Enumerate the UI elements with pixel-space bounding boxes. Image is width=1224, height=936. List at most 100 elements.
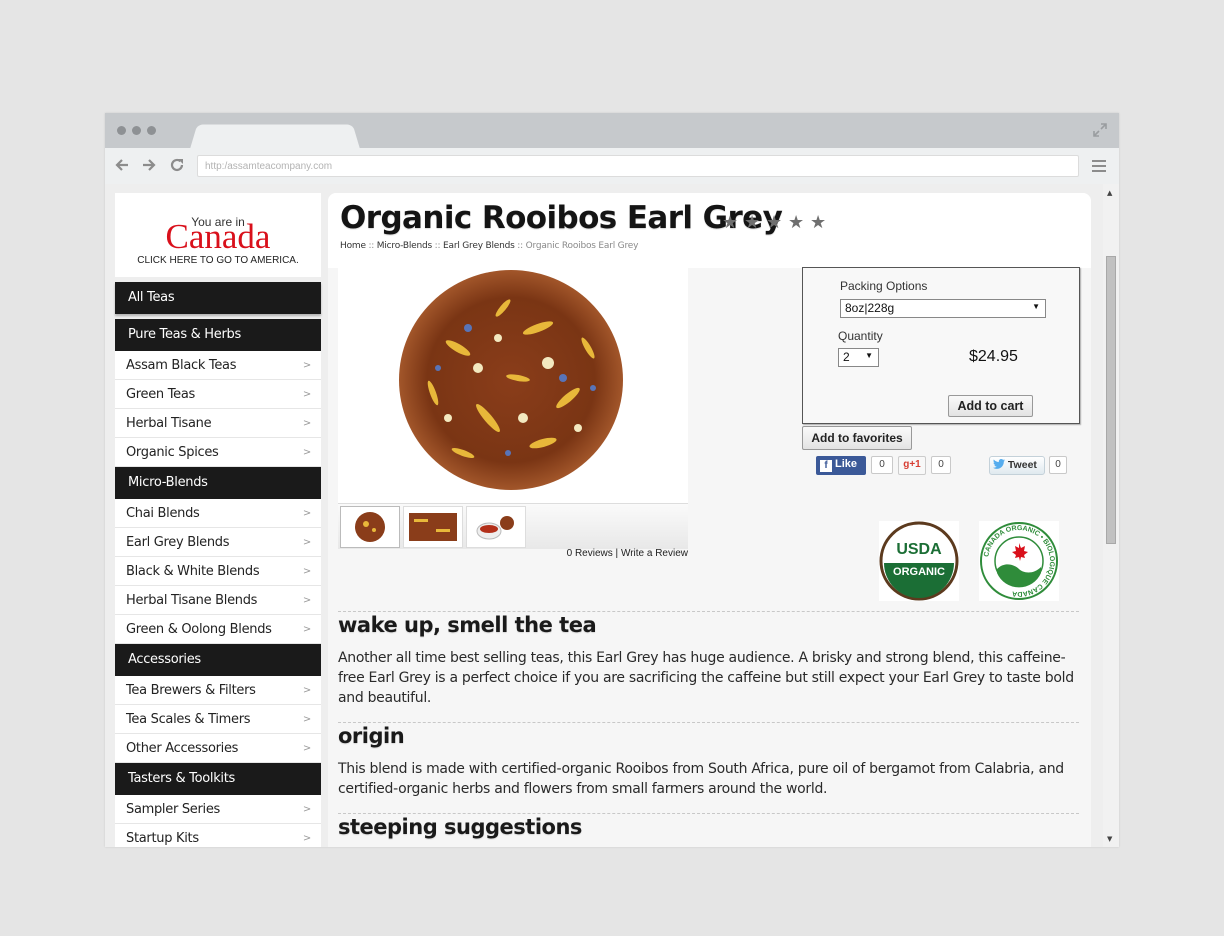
window-dot-icon[interactable] bbox=[147, 126, 156, 135]
thumbnail-2[interactable] bbox=[403, 506, 463, 548]
breadcrumb-micro-blends[interactable]: Micro-Blends bbox=[377, 241, 432, 251]
breadcrumb-separator: :: bbox=[432, 241, 444, 251]
chevron-right-icon: > bbox=[302, 389, 311, 400]
tweet-count: 0 bbox=[1049, 456, 1067, 474]
switch-country-link[interactable]: CLICK HERE TO GO TO AMERICA. bbox=[115, 255, 321, 266]
section-divider bbox=[338, 813, 1079, 814]
add-to-cart-button[interactable]: Add to cart bbox=[948, 395, 1033, 417]
chevron-right-icon: > bbox=[302, 360, 311, 371]
breadcrumb-current: Organic Rooibos Earl Grey bbox=[525, 241, 639, 251]
google-plus-button[interactable]: g+1 bbox=[898, 456, 926, 475]
quantity-value: 2 bbox=[843, 350, 850, 364]
sidebar-item-assam-black-teas[interactable]: Assam Black Teas > bbox=[115, 351, 321, 380]
section-divider bbox=[338, 722, 1079, 723]
sidebar-item-label: Green & Oolong Blends bbox=[126, 622, 272, 637]
scroll-up-arrow-icon[interactable]: ▲ bbox=[1107, 189, 1112, 197]
sidebar-item-sampler-series[interactable]: Sampler Series > bbox=[115, 795, 321, 824]
usda-organic-seal-icon: USDA ORGANIC bbox=[879, 521, 959, 601]
sidebar-group-pure-teas[interactable]: Pure Teas & Herbs bbox=[115, 319, 321, 351]
sidebar-item-tea-scales-timers[interactable]: Tea Scales & Timers > bbox=[115, 705, 321, 734]
packing-options-select[interactable]: 8oz|228g ▼ bbox=[840, 299, 1046, 318]
chevron-right-icon: > bbox=[302, 595, 311, 606]
canada-organic-badge: CANADA ORGANIC • BIOLOGIQUE CANADA bbox=[979, 521, 1059, 601]
write-review-link[interactable]: Write a Review bbox=[621, 548, 688, 559]
sidebar-item-label: Herbal Tisane Blends bbox=[126, 593, 258, 608]
reviews-separator: | bbox=[615, 548, 619, 559]
star-icon[interactable]: ★ bbox=[766, 212, 788, 233]
sidebar-item-green-oolong-blends[interactable]: Green & Oolong Blends > bbox=[115, 615, 321, 644]
sidebar-item-chai-blends[interactable]: Chai Blends > bbox=[115, 499, 321, 528]
chevron-right-icon: > bbox=[302, 833, 311, 844]
scroll-down-arrow-icon[interactable]: ▼ bbox=[1107, 835, 1112, 843]
chevron-right-icon: > bbox=[302, 624, 311, 635]
canada-organic-seal-icon: CANADA ORGANIC • BIOLOGIQUE CANADA bbox=[980, 522, 1058, 600]
quantity-select[interactable]: 2 ▼ bbox=[838, 348, 879, 367]
location-switcher[interactable]: You are in You are in Canada CLICK HERE … bbox=[115, 193, 321, 277]
page-viewport: You are in You are in Canada CLICK HERE … bbox=[105, 184, 1119, 847]
vertical-scrollbar[interactable]: ▲ ▼ bbox=[1103, 184, 1119, 847]
scrollbar-thumb[interactable] bbox=[1106, 256, 1116, 544]
tweet-label: Tweet bbox=[1007, 459, 1037, 471]
usda-organic-badge: USDA ORGANIC bbox=[879, 521, 959, 601]
reviews-count-link[interactable]: 0 Reviews bbox=[567, 548, 613, 559]
add-to-favorites-button[interactable]: Add to favorites bbox=[802, 426, 912, 450]
rating-stars[interactable]: ★ ★ ★ ★ ★ bbox=[722, 212, 832, 233]
reload-icon[interactable] bbox=[169, 157, 185, 173]
thumbnail-3[interactable] bbox=[466, 506, 526, 548]
chevron-right-icon: > bbox=[302, 418, 311, 429]
sidebar-item-other-accessories[interactable]: Other Accessories > bbox=[115, 734, 321, 763]
twitter-bird-icon bbox=[993, 459, 1005, 469]
sidebar-all-teas[interactable]: All Teas bbox=[115, 282, 321, 314]
chevron-right-icon: > bbox=[302, 508, 311, 519]
window-dot-icon[interactable] bbox=[117, 126, 126, 135]
sidebar-item-herbal-tisane-blends[interactable]: Herbal Tisane Blends > bbox=[115, 586, 321, 615]
sidebar-item-label: Assam Black Teas bbox=[126, 358, 237, 373]
url-input[interactable]: http:/assamteacompany.com bbox=[197, 155, 1079, 177]
address-bar: http:/assamteacompany.com bbox=[105, 148, 1119, 184]
window-dot-icon[interactable] bbox=[132, 126, 141, 135]
sidebar-item-label: Earl Grey Blends bbox=[126, 535, 230, 550]
tweet-button[interactable]: Tweet bbox=[989, 456, 1045, 475]
menu-icon[interactable] bbox=[1092, 160, 1106, 172]
forward-arrow-icon[interactable] bbox=[141, 157, 157, 173]
star-icon[interactable]: ★ bbox=[722, 212, 744, 233]
sidebar-item-herbal-tisane[interactable]: Herbal Tisane > bbox=[115, 409, 321, 438]
chevron-right-icon: > bbox=[302, 566, 311, 577]
sidebar-item-green-teas[interactable]: Green Teas > bbox=[115, 380, 321, 409]
sidebar-item-label: Black & White Blends bbox=[126, 564, 260, 579]
breadcrumb-home[interactable]: Home bbox=[340, 241, 366, 251]
expand-icon[interactable] bbox=[1093, 123, 1107, 137]
tea-blend-image bbox=[399, 270, 623, 490]
chevron-right-icon: > bbox=[302, 714, 311, 725]
sidebar-item-tea-brewers-filters[interactable]: Tea Brewers & Filters > bbox=[115, 676, 321, 705]
facebook-like-button[interactable]: f Like bbox=[816, 456, 866, 475]
sidebar-group-tasters-toolkits[interactable]: Tasters & Toolkits bbox=[115, 763, 321, 795]
browser-window: http:/assamteacompany.com You are in You… bbox=[105, 113, 1119, 847]
product-panel: Organic Rooibos Earl Grey ★ ★ ★ ★ ★ Home :: … bbox=[328, 193, 1091, 847]
star-icon[interactable]: ★ bbox=[810, 212, 832, 233]
back-arrow-icon[interactable] bbox=[114, 157, 130, 173]
breadcrumb-earl-grey-blends[interactable]: Earl Grey Blends bbox=[443, 241, 515, 251]
sidebar-item-startup-kits[interactable]: Startup Kits > bbox=[115, 824, 321, 847]
sidebar-item-black-white-blends[interactable]: Black & White Blends > bbox=[115, 557, 321, 586]
section-heading-origin: origin bbox=[338, 724, 405, 748]
sidebar-group-micro-blends[interactable]: Micro-Blends bbox=[115, 467, 321, 499]
browser-tab[interactable] bbox=[190, 124, 360, 149]
star-icon[interactable]: ★ bbox=[788, 212, 810, 233]
star-icon[interactable]: ★ bbox=[744, 212, 766, 233]
section-body-origin: This blend is made with certified-organi… bbox=[338, 761, 1064, 797]
sidebar-item-label: Herbal Tisane bbox=[126, 416, 212, 431]
google-plus-label: +1 bbox=[909, 459, 921, 470]
sidebar-item-label: Tea Brewers & Filters bbox=[126, 683, 256, 698]
sidebar-group-accessories[interactable]: Accessories bbox=[115, 644, 321, 676]
sidebar-item-earl-grey-blends[interactable]: Earl Grey Blends > bbox=[115, 528, 321, 557]
product-photo[interactable] bbox=[338, 268, 688, 504]
chevron-right-icon: > bbox=[302, 447, 311, 458]
purchase-box: Packing Options 8oz|228g ▼ Quantity 2 ▼ … bbox=[802, 267, 1080, 424]
sidebar-item-organic-spices[interactable]: Organic Spices > bbox=[115, 438, 321, 467]
dropdown-arrow-icon: ▼ bbox=[1032, 302, 1040, 311]
breadcrumb-separator: :: bbox=[514, 241, 526, 251]
product-title: Organic Rooibos Earl Grey bbox=[340, 200, 783, 236]
thumbnail-1[interactable] bbox=[340, 506, 400, 548]
thumbnail-strip bbox=[338, 503, 688, 549]
